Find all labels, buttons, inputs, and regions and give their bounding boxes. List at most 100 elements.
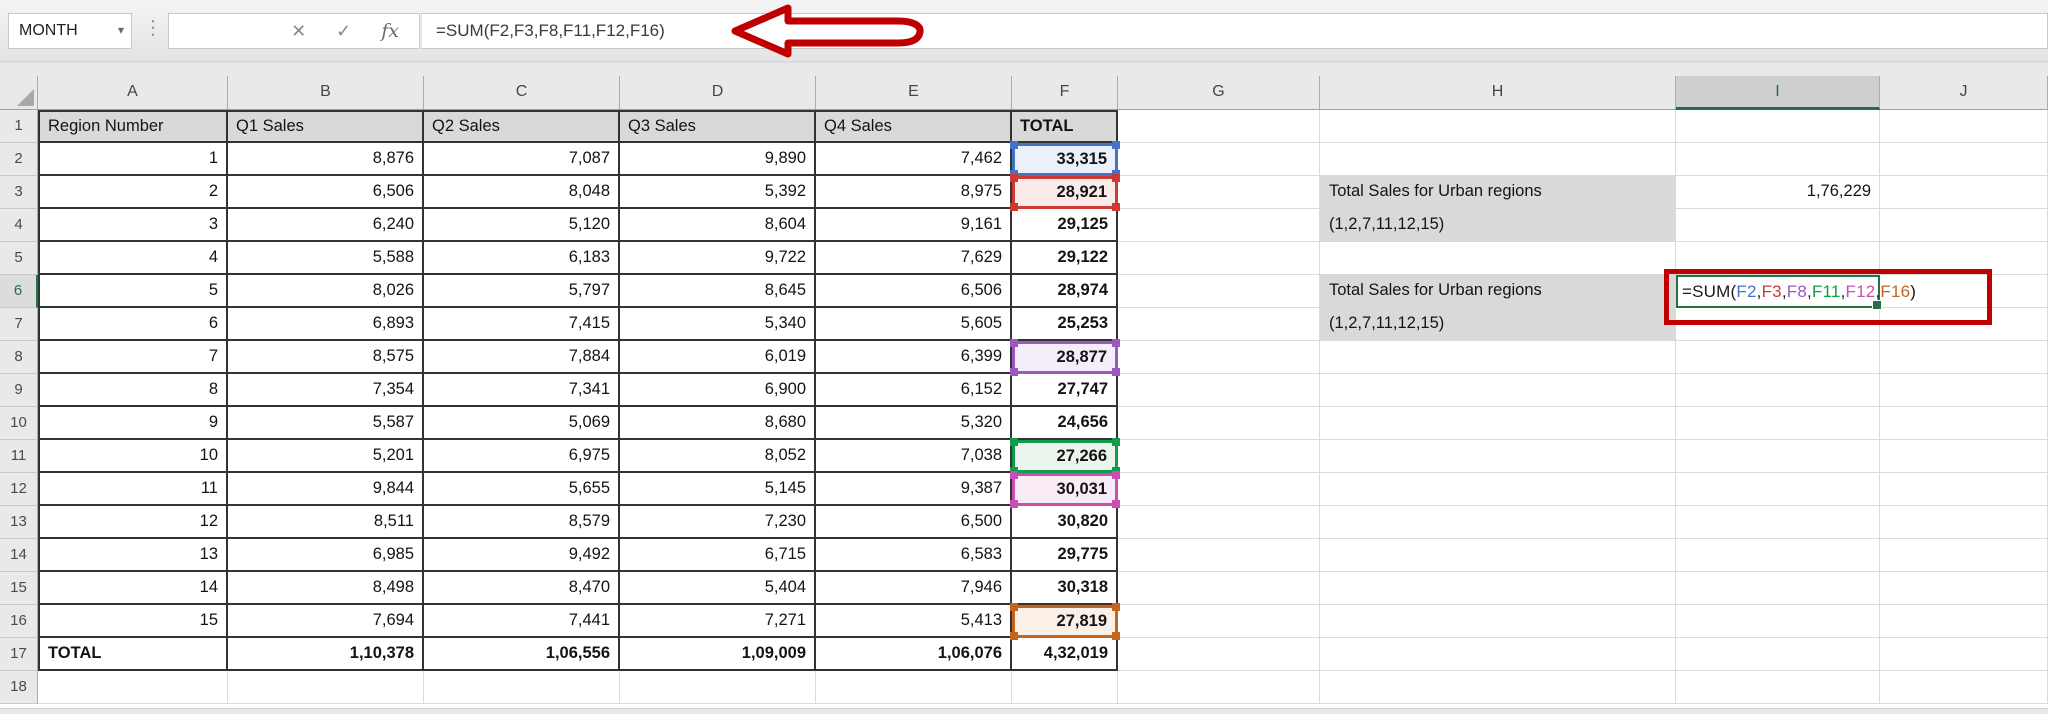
cell-E6[interactable]: 6,506: [816, 275, 1012, 308]
cell-C14[interactable]: 9,492: [424, 539, 620, 572]
reference-cell-F11[interactable]: 27,266: [1010, 438, 1120, 475]
col-header-G[interactable]: G: [1118, 76, 1320, 110]
cell-D9[interactable]: 6,900: [620, 374, 816, 407]
row-header-9[interactable]: 9: [0, 374, 38, 407]
range-handle-icon[interactable]: [1112, 438, 1120, 446]
cell-G7[interactable]: [1118, 308, 1320, 341]
cell-G8[interactable]: [1118, 341, 1320, 374]
cell-E16[interactable]: 5,413: [816, 605, 1012, 638]
cell-C11[interactable]: 6,975: [424, 440, 620, 473]
row-header-11[interactable]: 11: [0, 440, 38, 473]
cell-D1[interactable]: Q3 Sales: [620, 110, 816, 143]
row-header-7[interactable]: 7: [0, 308, 38, 341]
cell-F18[interactable]: [1012, 671, 1118, 704]
cell-G17[interactable]: [1118, 638, 1320, 671]
cell-G1[interactable]: [1118, 110, 1320, 143]
cell-J4[interactable]: [1880, 209, 2048, 242]
cell-C5[interactable]: 6,183: [424, 242, 620, 275]
range-handle-icon[interactable]: [1010, 603, 1018, 611]
range-handle-icon[interactable]: [1010, 632, 1018, 640]
cell-B6[interactable]: 8,026: [228, 275, 424, 308]
side-label-H3[interactable]: Total Sales for Urban regions: [1320, 176, 1676, 209]
side-label-H6[interactable]: Total Sales for Urban regions: [1320, 275, 1676, 308]
cell-D6[interactable]: 8,645: [620, 275, 816, 308]
cell-I17[interactable]: [1676, 638, 1880, 671]
cell-G15[interactable]: [1118, 572, 1320, 605]
cell-B2[interactable]: 8,876: [228, 143, 424, 176]
cell-A9[interactable]: 8: [38, 374, 228, 407]
reference-cell-F8[interactable]: 28,877: [1010, 339, 1120, 376]
cell-F6[interactable]: 28,974: [1012, 275, 1118, 308]
side-label-H4[interactable]: (1,2,7,11,12,15): [1320, 209, 1676, 242]
cell-E12[interactable]: 9,387: [816, 473, 1012, 506]
cell-A7[interactable]: 6: [38, 308, 228, 341]
cell-H13[interactable]: [1320, 506, 1676, 539]
cell-A1[interactable]: Region Number: [38, 110, 228, 143]
cell-A2[interactable]: 1: [38, 143, 228, 176]
range-handle-icon[interactable]: [1010, 339, 1018, 347]
cell-E4[interactable]: 9,161: [816, 209, 1012, 242]
cell-B18[interactable]: [228, 671, 424, 704]
range-handle-icon[interactable]: [1112, 339, 1120, 347]
cell-B4[interactable]: 6,240: [228, 209, 424, 242]
cell-C7[interactable]: 7,415: [424, 308, 620, 341]
cell-G13[interactable]: [1118, 506, 1320, 539]
cell-G12[interactable]: [1118, 473, 1320, 506]
cell-J5[interactable]: [1880, 242, 2048, 275]
cell-C9[interactable]: 7,341: [424, 374, 620, 407]
cell-G2[interactable]: [1118, 143, 1320, 176]
cell-D17[interactable]: 1,09,009: [620, 638, 816, 671]
cell-F13[interactable]: 30,820: [1012, 506, 1118, 539]
cell-G3[interactable]: [1118, 176, 1320, 209]
cell-F4[interactable]: 29,125: [1012, 209, 1118, 242]
cell-J15[interactable]: [1880, 572, 2048, 605]
cell-I13[interactable]: [1676, 506, 1880, 539]
cell-A8[interactable]: 7: [38, 341, 228, 374]
cell-A16[interactable]: 15: [38, 605, 228, 638]
cell-J18[interactable]: [1880, 671, 2048, 704]
cell-E17[interactable]: 1,06,076: [816, 638, 1012, 671]
cell-J3[interactable]: [1880, 176, 2048, 209]
cell-D14[interactable]: 6,715: [620, 539, 816, 572]
cell-H8[interactable]: [1320, 341, 1676, 374]
cancel-icon[interactable]: ✕: [291, 21, 306, 42]
row-header-5[interactable]: 5: [0, 242, 38, 275]
cell-I10[interactable]: [1676, 407, 1880, 440]
col-header-H[interactable]: H: [1320, 76, 1676, 110]
cell-I15[interactable]: [1676, 572, 1880, 605]
cell-A13[interactable]: 12: [38, 506, 228, 539]
cell-B14[interactable]: 6,985: [228, 539, 424, 572]
row-header-17[interactable]: 17: [0, 638, 38, 671]
cell-A3[interactable]: 2: [38, 176, 228, 209]
cell-D8[interactable]: 6,019: [620, 341, 816, 374]
cell-H2[interactable]: [1320, 143, 1676, 176]
cell-E3[interactable]: 8,975: [816, 176, 1012, 209]
cell-B7[interactable]: 6,893: [228, 308, 424, 341]
col-header-J[interactable]: J: [1880, 76, 2048, 110]
range-handle-icon[interactable]: [1112, 632, 1120, 640]
cell-J12[interactable]: [1880, 473, 2048, 506]
cell-A14[interactable]: 13: [38, 539, 228, 572]
col-header-C[interactable]: C: [424, 76, 620, 110]
cell-I1[interactable]: [1676, 110, 1880, 143]
cell-H16[interactable]: [1320, 605, 1676, 638]
col-header-E[interactable]: E: [816, 76, 1012, 110]
col-header-I[interactable]: I: [1676, 76, 1880, 110]
row-header-4[interactable]: 4: [0, 209, 38, 242]
cell-C8[interactable]: 7,884: [424, 341, 620, 374]
cell-C1[interactable]: Q2 Sales: [424, 110, 620, 143]
cell-H14[interactable]: [1320, 539, 1676, 572]
cell-C15[interactable]: 8,470: [424, 572, 620, 605]
cell-D18[interactable]: [620, 671, 816, 704]
cell-A10[interactable]: 9: [38, 407, 228, 440]
cell-E15[interactable]: 7,946: [816, 572, 1012, 605]
reference-cell-F12[interactable]: 30,031: [1010, 471, 1120, 508]
cell-H17[interactable]: [1320, 638, 1676, 671]
cell-C6[interactable]: 5,797: [424, 275, 620, 308]
cell-I18[interactable]: [1676, 671, 1880, 704]
cell-F15[interactable]: 30,318: [1012, 572, 1118, 605]
cell-B15[interactable]: 8,498: [228, 572, 424, 605]
cell-A4[interactable]: 3: [38, 209, 228, 242]
cell-E11[interactable]: 7,038: [816, 440, 1012, 473]
cell-F7[interactable]: 25,253: [1012, 308, 1118, 341]
